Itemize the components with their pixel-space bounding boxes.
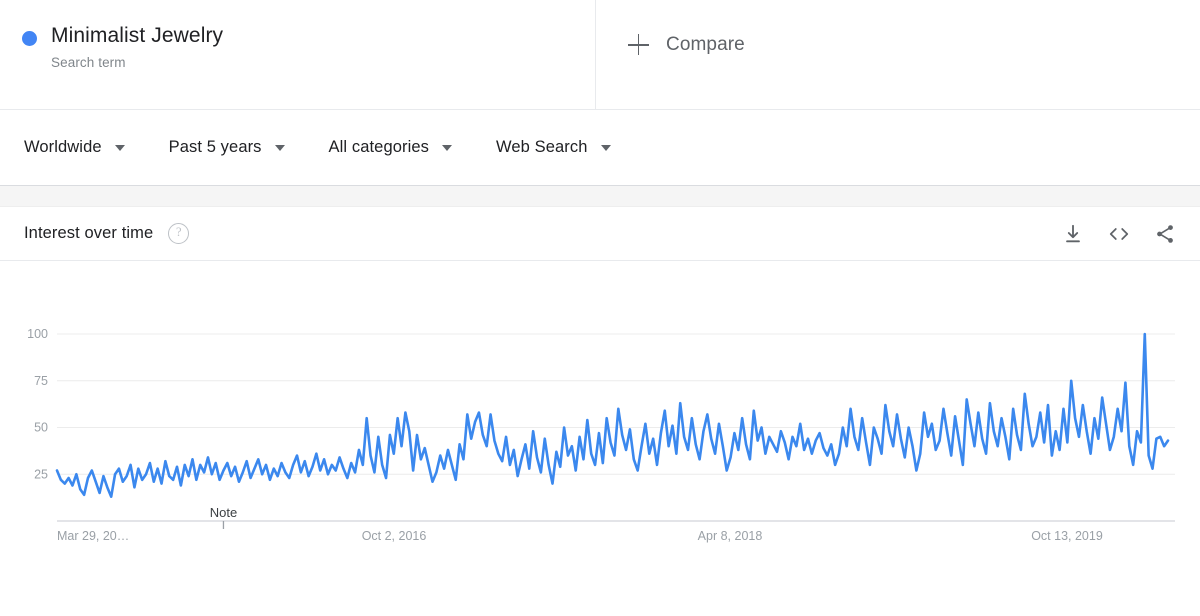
y-axis-tick-label: 75 [34,374,48,388]
share-icon[interactable] [1154,223,1176,245]
chart-note-annotation[interactable]: Note [210,505,237,529]
google-trends-page: Minimalist Jewelry Search term Compare W… [0,0,1200,616]
section-separator [0,186,1200,207]
filter-category-label: All categories [328,138,429,156]
compare-cell: Compare [596,0,1200,109]
card-actions [1062,223,1176,245]
series-color-dot [22,31,37,46]
filter-location-label: Worldwide [24,138,102,156]
chart-series-line [55,332,1170,498]
filter-time-range-label: Past 5 years [168,138,262,156]
filter-location[interactable]: Worldwide [24,138,125,157]
filter-bar: Worldwide Past 5 years All categories We… [0,110,1200,186]
download-icon[interactable] [1062,223,1084,245]
y-axis-tick-label: 100 [27,327,48,341]
filter-category[interactable]: All categories [329,138,452,157]
chevron-down-icon [114,144,125,151]
search-term-subtitle: Search term [51,55,126,70]
search-term-card[interactable]: Minimalist Jewelry Search term [0,0,596,109]
chevron-down-icon [274,144,285,151]
filter-time-range[interactable]: Past 5 years [169,138,285,157]
x-axis-tick-label: Oct 13, 2019 [1031,529,1103,543]
chevron-down-icon [600,144,611,151]
filter-search-type-label: Web Search [496,138,588,156]
card-title: Interest over time [24,224,154,242]
x-axis-tick-label: Mar 29, 20… [57,529,129,543]
chart-x-axis-labels: Mar 29, 20… Oct 2, 2016 Apr 8, 2018 Oct 13,… [57,529,1103,543]
compare-label: Compare [666,34,745,55]
chart-note-label: Note [210,505,237,520]
chart-svg: 25 50 75 100 Note Mar 29, 20… Oct 2, 2016 Apr… [27,327,1175,543]
search-term-text: Minimalist Jewelry Search term [51,23,223,70]
chevron-down-icon [442,144,452,151]
help-circle-icon[interactable]: ? [168,223,190,244]
interest-over-time-chart[interactable]: 25 50 75 100 Note Mar 29, 20… Oct 2, 2016 Apr… [0,261,1200,561]
interest-over-time-card: Interest over time ? 25 50 75 100 Note M… [0,207,1200,561]
plus-icon [628,34,650,56]
embed-code-icon[interactable] [1107,223,1131,245]
search-term-header: Minimalist Jewelry Search term Compare [0,0,1200,110]
add-comparison-button[interactable]: Compare [628,34,745,56]
filter-search-type[interactable]: Web Search [496,138,611,157]
card-header: Interest over time ? [0,207,1200,261]
search-term-title: Minimalist Jewelry [51,24,224,47]
y-axis-tick-label: 50 [34,421,48,435]
chart-y-axis-labels: 25 50 75 100 [27,327,48,481]
x-axis-tick-label: Apr 8, 2018 [698,529,763,543]
y-axis-tick-label: 25 [34,467,48,481]
x-axis-tick-label: Oct 2, 2016 [362,529,427,543]
